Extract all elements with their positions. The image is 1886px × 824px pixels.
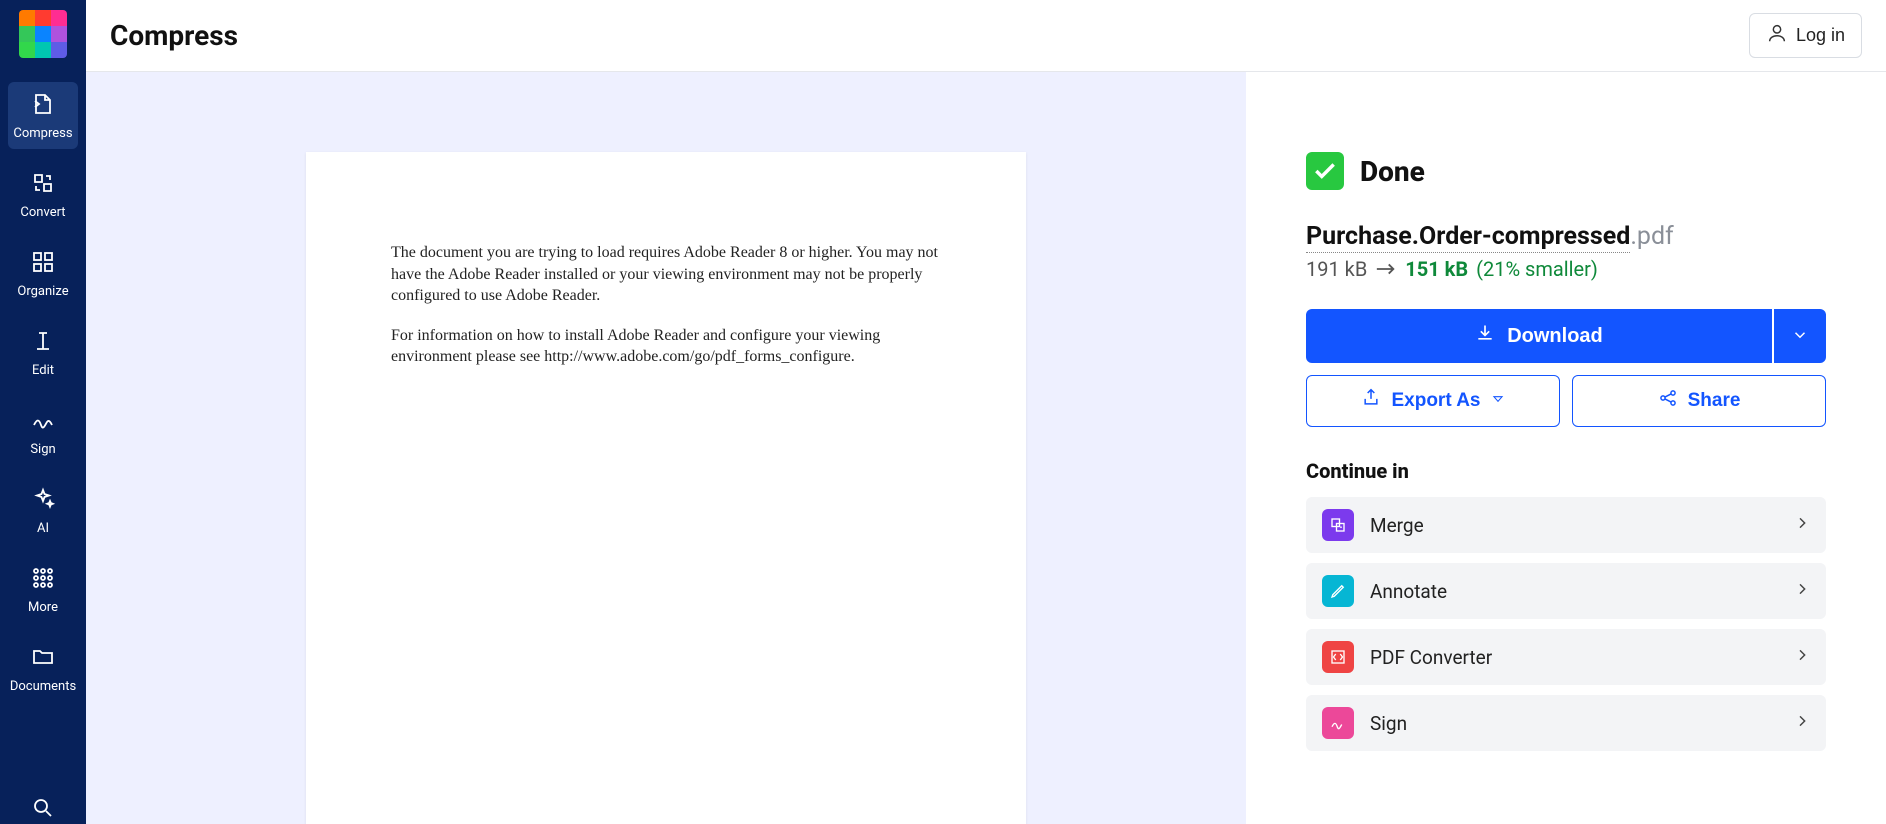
- filename-base[interactable]: Purchase.Order-compressed: [1306, 222, 1630, 253]
- document-paragraph: For information on how to install Adobe …: [391, 325, 941, 368]
- continue-item-merge[interactable]: Merge: [1306, 497, 1826, 553]
- document-preview-pane[interactable]: The document you are trying to load requ…: [86, 72, 1246, 824]
- export-as-button[interactable]: Export As: [1306, 375, 1560, 427]
- chevron-right-icon: [1794, 581, 1810, 601]
- chevron-right-icon: [1794, 647, 1810, 667]
- export-label: Export As: [1391, 390, 1480, 412]
- page-title: Compress: [110, 19, 238, 52]
- continue-item-label: PDF Converter: [1370, 646, 1492, 669]
- sidebar-item-ai[interactable]: AI: [8, 477, 78, 544]
- document-page: The document you are trying to load requ…: [306, 152, 1026, 824]
- sidebar-item-sign[interactable]: Sign: [8, 398, 78, 465]
- share-button[interactable]: Share: [1572, 375, 1826, 427]
- sidebar-item-convert[interactable]: Convert: [8, 161, 78, 228]
- continue-list: Merge Annotate PDF Converter Sign: [1306, 497, 1826, 751]
- continue-item-label: Sign: [1370, 712, 1407, 735]
- sidebar: Compress Convert Organize Edit Sign AI: [0, 0, 86, 824]
- size-info: 191 kB 151 kB (21% smaller): [1306, 257, 1826, 281]
- download-row: Download: [1306, 309, 1826, 363]
- size-percent: (21% smaller): [1476, 257, 1598, 281]
- caret-down-icon: [1491, 390, 1505, 412]
- sidebar-item-label: Documents: [10, 679, 76, 694]
- chevron-right-icon: [1794, 713, 1810, 733]
- login-button[interactable]: Log in: [1749, 13, 1862, 58]
- share-label: Share: [1688, 390, 1741, 412]
- filename-ext: .pdf: [1630, 222, 1673, 251]
- continue-item-pdf-converter[interactable]: PDF Converter: [1306, 629, 1826, 685]
- continue-item-annotate[interactable]: Annotate: [1306, 563, 1826, 619]
- more-grid-icon: [31, 566, 55, 594]
- download-label: Download: [1507, 325, 1603, 348]
- sidebar-item-organize[interactable]: Organize: [8, 240, 78, 307]
- convert-icon: [31, 171, 55, 199]
- sidebar-item-label: Compress: [13, 126, 72, 141]
- size-new: 151 kB: [1405, 257, 1468, 281]
- topbar: Compress Log in: [86, 0, 1886, 72]
- sidebar-item-label: AI: [37, 521, 49, 536]
- annotate-icon: [1322, 575, 1354, 607]
- check-icon: [1306, 152, 1344, 190]
- continue-item-sign[interactable]: Sign: [1306, 695, 1826, 751]
- chevron-right-icon: [1794, 515, 1810, 535]
- size-old: 191 kB: [1306, 257, 1367, 281]
- status-row: Done: [1306, 152, 1826, 190]
- organize-icon: [31, 250, 55, 278]
- sidebar-item-compress[interactable]: Compress: [8, 82, 78, 149]
- status-label: Done: [1360, 155, 1425, 188]
- secondary-actions: Export As Share: [1306, 375, 1826, 427]
- sidebar-item-label: Convert: [20, 205, 65, 220]
- compress-icon: [31, 92, 55, 120]
- sidebar-item-label: More: [28, 600, 58, 615]
- sidebar-item-edit[interactable]: Edit: [8, 319, 78, 386]
- arrow-right-icon: [1375, 261, 1397, 277]
- sign-icon: [1322, 707, 1354, 739]
- merge-icon: [1322, 509, 1354, 541]
- sign-icon: [31, 408, 55, 436]
- sidebar-item-label: Organize: [17, 284, 68, 299]
- edit-icon: [31, 329, 55, 357]
- folder-icon: [31, 645, 55, 673]
- share-icon: [1658, 388, 1678, 414]
- continue-heading: Continue in: [1306, 459, 1826, 483]
- ai-sparkle-icon: [31, 487, 55, 515]
- app-logo[interactable]: [19, 10, 67, 58]
- result-pane: Done Purchase.Order-compressed.pdf 191 k…: [1246, 72, 1886, 824]
- login-label: Log in: [1796, 25, 1845, 46]
- user-icon: [1766, 22, 1788, 49]
- sidebar-item-label: Sign: [30, 442, 55, 457]
- sidebar-item-more[interactable]: More: [8, 556, 78, 623]
- continue-item-label: Annotate: [1370, 580, 1447, 603]
- sidebar-item-documents[interactable]: Documents: [8, 635, 78, 702]
- document-paragraph: The document you are trying to load requ…: [391, 242, 941, 307]
- filename: Purchase.Order-compressed.pdf: [1306, 222, 1826, 251]
- sidebar-item-search[interactable]: [8, 786, 78, 824]
- download-dropdown-button[interactable]: [1774, 309, 1826, 363]
- pdf-converter-icon: [1322, 641, 1354, 673]
- chevron-down-icon: [1791, 326, 1809, 347]
- search-icon: [31, 796, 55, 824]
- export-icon: [1361, 388, 1381, 414]
- download-button[interactable]: Download: [1306, 309, 1772, 363]
- content: The document you are trying to load requ…: [86, 72, 1886, 824]
- main-area: Compress Log in The document you are try…: [86, 0, 1886, 824]
- download-icon: [1475, 323, 1495, 349]
- continue-item-label: Merge: [1370, 514, 1424, 537]
- sidebar-item-label: Edit: [32, 363, 54, 378]
